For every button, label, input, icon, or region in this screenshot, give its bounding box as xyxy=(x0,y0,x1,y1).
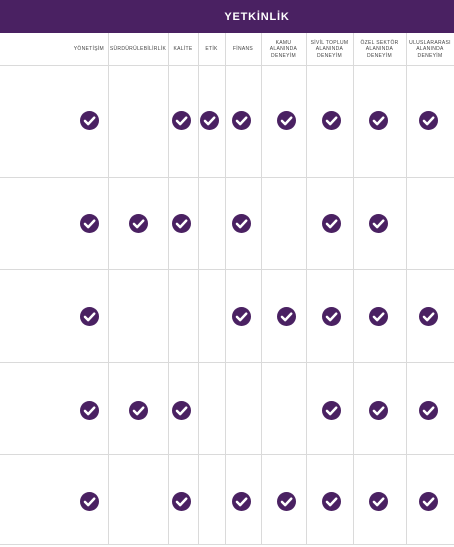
check-circle-icon xyxy=(80,307,99,326)
check-circle-icon xyxy=(418,400,438,420)
check-circle-icon xyxy=(277,307,296,326)
check-circle-icon xyxy=(171,400,191,420)
check-circle-icon xyxy=(369,307,388,326)
check-circle-icon xyxy=(322,213,341,233)
column-header: KALİTE xyxy=(173,46,193,53)
column-divider xyxy=(225,33,226,545)
check-circle-icon xyxy=(80,400,99,420)
check-circle-icon xyxy=(171,491,191,511)
check-circle-icon xyxy=(322,491,341,511)
check-circle-icon xyxy=(128,400,148,420)
header-title: YETKİNLİK xyxy=(224,10,290,23)
check-circle-icon xyxy=(171,110,191,130)
column-header: KAMU ALANINDA DENEYİM xyxy=(269,39,298,59)
check-circle-icon xyxy=(80,491,99,511)
check-circle-icon xyxy=(369,400,388,420)
column-divider xyxy=(306,33,307,545)
column-header: ULUSLARARASI ALANINDA DENEYİM xyxy=(409,39,451,59)
check-circle-icon xyxy=(369,213,388,233)
check-circle-icon xyxy=(171,213,191,233)
column-divider xyxy=(261,33,262,545)
column-header: SÜRDÜRÜLEBİLİRLİK xyxy=(109,46,167,53)
column-header: SİVİL TOPLUM ALANINDA DENEYİM xyxy=(310,39,349,59)
check-circle-icon xyxy=(80,213,99,233)
check-circle-icon xyxy=(231,110,251,130)
row-divider xyxy=(0,454,454,455)
column-divider xyxy=(406,33,407,545)
column-divider xyxy=(108,33,109,545)
check-circle-icon xyxy=(277,491,296,511)
check-circle-icon xyxy=(322,307,341,326)
check-circle-icon xyxy=(80,110,99,130)
check-circle-icon xyxy=(418,491,438,511)
column-header: YÖNETİŞİM xyxy=(73,46,104,53)
column-header: FİNANS xyxy=(232,46,254,53)
check-circle-icon xyxy=(418,307,438,326)
column-header: ETİK xyxy=(205,46,218,53)
column-divider xyxy=(198,33,199,545)
check-circle-icon xyxy=(128,213,148,233)
competency-matrix: YÖNETİŞİM SÜRDÜRÜLEBİLİRLİK KALİTE ETİK FİNA… xyxy=(0,33,454,545)
check-circle-icon xyxy=(231,491,251,511)
column-header: ÖZEL SEKTÖR ALANINDA DENEYİM xyxy=(360,39,399,59)
check-circle-icon xyxy=(369,491,388,511)
check-circle-icon xyxy=(418,110,438,130)
competency-header: YETKİNLİK xyxy=(0,0,454,33)
row-divider xyxy=(0,362,454,363)
check-circle-icon xyxy=(231,213,251,233)
check-circle-icon xyxy=(322,110,341,130)
row-divider xyxy=(0,544,454,545)
check-circle-icon xyxy=(277,110,296,130)
column-divider xyxy=(353,33,354,545)
row-divider xyxy=(0,177,454,178)
check-circle-icon xyxy=(200,110,219,130)
check-circle-icon xyxy=(322,400,341,420)
check-circle-icon xyxy=(231,307,251,326)
column-divider xyxy=(168,33,169,545)
check-circle-icon xyxy=(369,110,388,130)
row-divider xyxy=(0,269,454,270)
